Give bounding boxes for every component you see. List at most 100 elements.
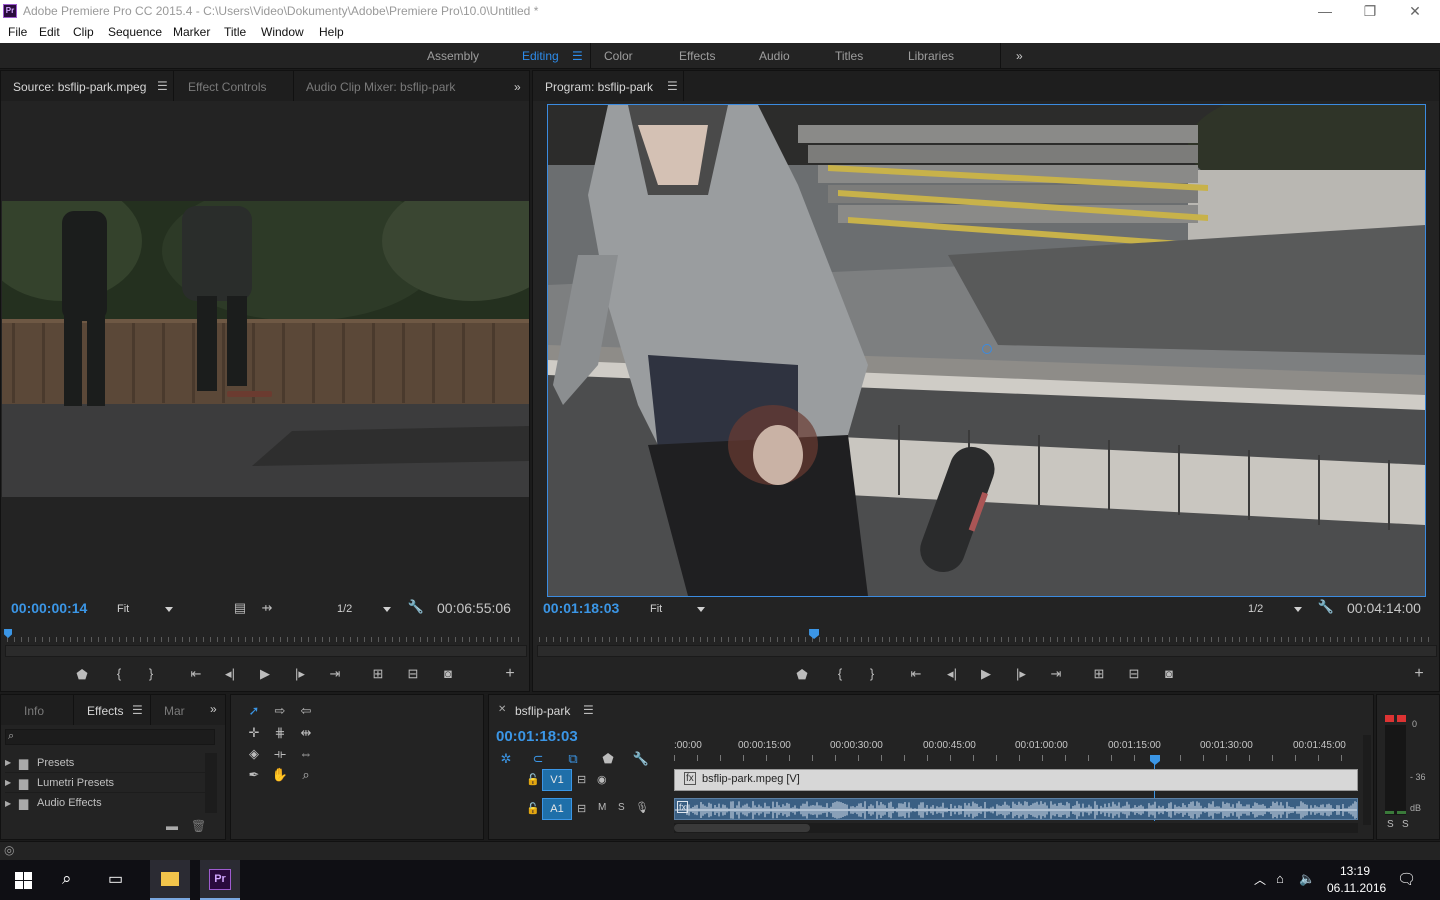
menu-marker[interactable]: Marker [173, 25, 210, 39]
selection-tool-icon[interactable]: ➚ [245, 703, 263, 719]
drag-video-icon[interactable]: ⇸ [258, 600, 276, 616]
step-back-icon[interactable]: ◂| [221, 666, 239, 682]
menu-sequence[interactable]: Sequence [108, 25, 162, 39]
go-to-out-icon[interactable]: ⇥ [1047, 666, 1065, 682]
effects-overflow-button[interactable]: » [210, 702, 217, 716]
menu-title[interactable]: Title [224, 25, 246, 39]
play-icon[interactable]: ▶ [977, 666, 995, 682]
program-settings-wrench-icon[interactable]: 🔧 [1317, 599, 1335, 615]
mute-button[interactable]: M [598, 802, 606, 813]
tree-item-audio-effects[interactable]: ▶ ▆ Audio Effects [5, 793, 205, 813]
linked-selection-icon[interactable]: ⧉ [564, 751, 582, 767]
eye-icon[interactable]: ◉ [597, 773, 607, 786]
v1-clip[interactable]: fx bsflip-park.mpeg [V] [674, 769, 1358, 791]
go-to-in-icon[interactable]: ⇤ [907, 666, 925, 682]
go-to-in-icon[interactable]: ⇤ [187, 666, 205, 682]
source-scrub-ruler[interactable] [7, 629, 525, 643]
timeline-settings-wrench-icon[interactable]: 🔧 [632, 751, 650, 767]
microphone-icon[interactable]: 🎙 [635, 801, 649, 814]
go-to-out-icon[interactable]: ⇥ [326, 666, 344, 682]
add-marker-icon[interactable]: ⬟ [599, 751, 617, 767]
solo-left-button[interactable]: S [1387, 819, 1394, 830]
workspace-editing[interactable]: Editing [522, 49, 559, 63]
sync-lock-icon[interactable]: ⊟ [577, 773, 586, 786]
track-v1-label[interactable]: V1 [542, 769, 572, 791]
button-editor-plus-icon[interactable]: + [501, 665, 519, 683]
step-forward-icon[interactable]: |▸ [1012, 666, 1030, 682]
step-back-icon[interactable]: ◂| [943, 666, 961, 682]
mark-out-icon[interactable]: } [142, 666, 160, 681]
source-overflow-button[interactable]: » [514, 80, 521, 94]
search-icon[interactable]: ⌕ [62, 869, 72, 889]
menu-clip[interactable]: Clip [73, 25, 94, 39]
insert-icon[interactable]: ⊞ [369, 666, 387, 682]
effects-scrollbar[interactable] [205, 753, 217, 813]
slip-tool-icon[interactable]: ⟛ [271, 746, 289, 762]
taskbar-premiere-pro[interactable]: Pr [200, 860, 240, 900]
clock-date[interactable]: 06.11.2016 [1327, 881, 1386, 895]
workspace-effects[interactable]: Effects [679, 49, 715, 63]
source-panel-menu-icon[interactable]: ☰ [157, 79, 168, 93]
pen-tool-icon[interactable]: ✒ [245, 767, 263, 783]
clip-indicator-left[interactable] [1385, 715, 1394, 722]
program-fit-dropdown[interactable]: Fit [650, 603, 708, 615]
button-editor-plus-icon[interactable]: + [1410, 665, 1428, 683]
source-current-timecode[interactable]: 00:00:00:14 [11, 600, 87, 616]
timeline-ruler[interactable]: :00:00 00:00:15:00 00:00:30:00 00:00:45:… [674, 735, 1358, 761]
taskbar-file-explorer[interactable] [150, 860, 190, 900]
play-icon[interactable]: ▶ [256, 666, 274, 682]
show-hidden-icons-chevron-up-icon[interactable]: ︿ [1254, 871, 1266, 888]
program-panel-menu-icon[interactable]: ☰ [667, 79, 678, 93]
tree-item-lumetri-presets[interactable]: ▶ ▆ Lumetri Presets [5, 773, 205, 793]
solo-button[interactable]: S [618, 802, 625, 813]
zoom-tool-icon[interactable]: ⌕ [297, 767, 315, 783]
workspace-menu-icon[interactable]: ☰ [572, 49, 583, 63]
effects-panel-menu-icon[interactable]: ☰ [132, 703, 143, 717]
tab-markers[interactable]: Mar [164, 704, 185, 718]
mark-out-icon[interactable]: } [863, 666, 881, 681]
windows-start-icon[interactable] [15, 872, 32, 889]
tab-source[interactable]: Source: bsflip-park.mpeg [13, 80, 146, 94]
step-forward-icon[interactable]: |▸ [291, 666, 309, 682]
track-a1-label[interactable]: A1 [542, 798, 572, 820]
anchor-point-handle[interactable] [982, 344, 992, 354]
razor-tool-icon[interactable]: ◈ [245, 746, 263, 762]
tab-sequence[interactable]: bsflip-park [515, 704, 570, 718]
workspace-titles[interactable]: Titles [835, 49, 863, 63]
delete-trash-icon[interactable]: 🗑 [191, 819, 206, 833]
timeline-horizontal-scrollbar[interactable] [674, 823, 1358, 833]
lift-icon[interactable]: ⊞ [1090, 666, 1108, 682]
program-video-frame[interactable] [547, 104, 1426, 597]
rate-stretch-tool-icon[interactable]: ⇹ [297, 725, 315, 741]
snap-magnet-icon[interactable]: ⊂ [529, 751, 547, 767]
timeline-vertical-scrollbar[interactable] [1363, 735, 1371, 825]
tab-info[interactable]: Info [24, 704, 44, 718]
nest-toggle-icon[interactable]: ✲ [497, 751, 515, 767]
a1-clip[interactable]: fx [674, 798, 1358, 820]
render-status-icon[interactable]: ◎ [4, 843, 14, 857]
source-fit-dropdown[interactable]: Fit [117, 603, 175, 615]
timeline-playhead[interactable] [1150, 755, 1160, 765]
extract-icon[interactable]: ⊟ [1125, 666, 1143, 682]
a1-sync-lock-icon[interactable]: ⊟ [577, 802, 586, 815]
add-marker-icon[interactable]: ⬟ [73, 667, 91, 683]
clock-time[interactable]: 13:19 [1340, 864, 1370, 878]
volume-icon[interactable]: 🔈 [1299, 871, 1315, 887]
program-scrub-ruler[interactable] [539, 629, 1435, 643]
workspace-assembly[interactable]: Assembly [427, 49, 479, 63]
program-resolution-dropdown[interactable]: 1/2 [1248, 603, 1304, 615]
source-resolution-dropdown[interactable]: 1/2 [337, 603, 393, 615]
menu-help[interactable]: Help [319, 25, 344, 39]
solo-right-button[interactable]: S [1402, 819, 1409, 830]
program-zoom-bar[interactable] [537, 645, 1437, 657]
menu-edit[interactable]: Edit [39, 25, 60, 39]
workspace-color[interactable]: Color [604, 49, 633, 63]
source-settings-wrench-icon[interactable]: 🔧 [407, 599, 425, 615]
menu-file[interactable]: File [8, 25, 27, 39]
tab-audio-clip-mixer[interactable]: Audio Clip Mixer: bsflip-park [306, 80, 455, 94]
rolling-edit-tool-icon[interactable]: ⋕ [271, 725, 289, 741]
ripple-edit-tool-icon[interactable]: ✛ [245, 725, 263, 741]
hand-tool-icon[interactable]: ✋ [271, 767, 289, 783]
workspace-libraries[interactable]: Libraries [908, 49, 954, 63]
program-current-timecode[interactable]: 00:01:18:03 [543, 600, 619, 616]
